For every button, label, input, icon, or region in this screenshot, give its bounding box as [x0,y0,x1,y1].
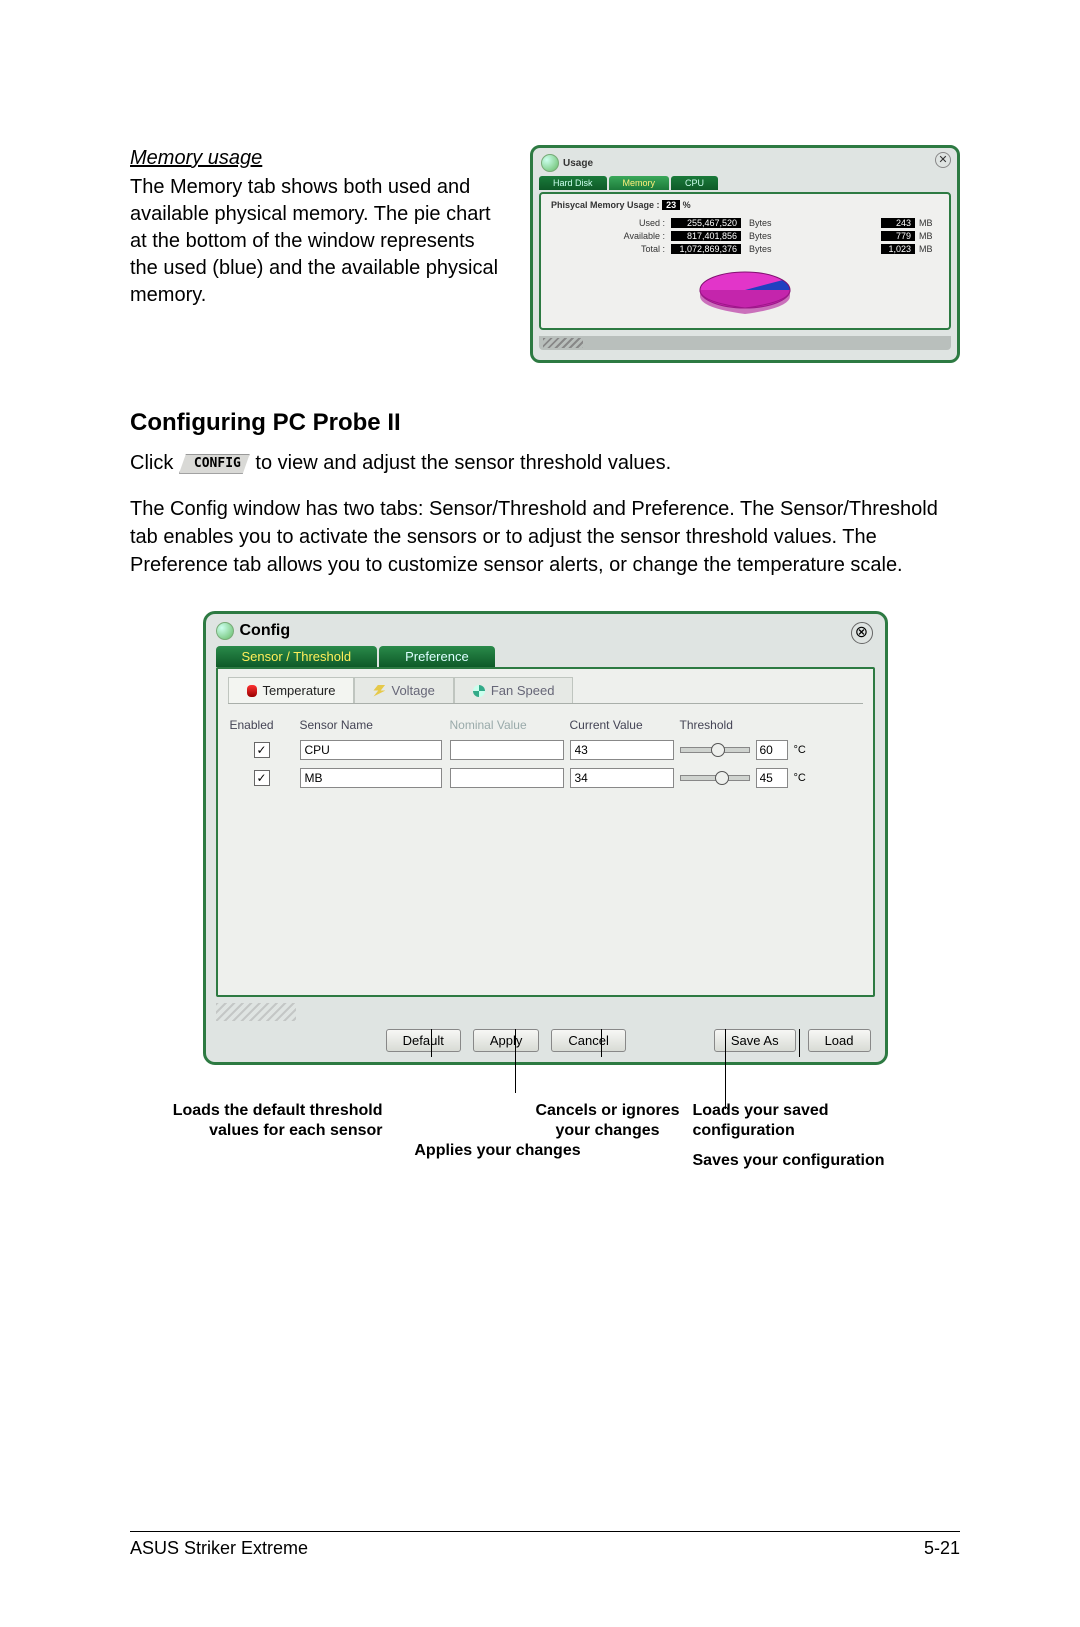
resize-grip[interactable] [216,1003,296,1021]
bytes-unit: Bytes [741,218,780,228]
config-window: Config ⊗ Sensor / Threshold Preference T… [203,611,888,1065]
callout-save-as: Saves your configuration [693,1151,893,1171]
mem-avail-label: Available : [551,231,671,241]
click-prefix: Click [130,452,179,474]
current-value-input [570,768,675,788]
sensor-row-cpu: ✓ °C [228,736,863,764]
memory-usage-body: The Memory tab shows both used and avail… [130,174,500,309]
col-enabled: Enabled [230,718,300,732]
nominal-value-input[interactable] [450,740,564,760]
mem-total-label: Total : [551,244,671,254]
config-window-title: Config [240,622,291,640]
load-button[interactable]: Load [808,1029,871,1052]
usage-window: Usage ✕ Hard Disk Memory CPU Phisycal Me… [530,145,960,363]
config-paragraph: The Config window has two tabs: Sensor/T… [130,495,960,579]
mb-unit: MB [915,244,939,254]
mem-total-mb: 1,023 [881,244,915,254]
save-as-button[interactable]: Save As [714,1029,796,1052]
subtab-voltage-label: Voltage [391,683,434,698]
mb-unit: MB [915,218,939,228]
slider-thumb[interactable] [715,771,729,785]
tab-hard-disk[interactable]: Hard Disk [539,176,607,190]
sensor-name-input[interactable] [300,768,443,788]
usage-percent-unit: % [683,200,691,210]
subtab-temperature-label: Temperature [263,683,336,698]
mem-row-available: Available : 817,401,856 Bytes 779 MB [551,231,939,241]
usage-icon [541,154,559,172]
tab-memory[interactable]: Memory [609,176,670,190]
tab-cpu[interactable]: CPU [671,176,718,190]
mem-used-bytes: 255,467,520 [671,218,741,228]
mem-row-total: Total : 1,072,869,376 Bytes 1,023 MB [551,244,939,254]
configuring-heading: Configuring PC Probe II [130,409,960,437]
close-icon[interactable]: ✕ [935,152,951,168]
enabled-checkbox[interactable]: ✓ [254,770,270,786]
threshold-value-input[interactable] [756,740,788,760]
default-button[interactable]: Default [386,1029,461,1052]
threshold-slider[interactable] [680,747,750,753]
click-suffix: to view and adjust the sensor threshold … [255,452,671,474]
fan-icon [473,685,485,697]
config-button-badge[interactable]: CONFIG [179,454,250,474]
callout-default: Loads the default threshold values for e… [163,1101,383,1141]
current-value-input [570,740,675,760]
footer-left: ASUS Striker Extreme [130,1538,308,1559]
col-nominal-value: Nominal Value [450,718,570,732]
col-sensor-name: Sensor Name [300,718,450,732]
apply-button[interactable]: Apply [473,1029,540,1052]
threshold-slider[interactable] [680,775,750,781]
memory-pie-chart [551,260,939,318]
mem-row-used: Used : 255,467,520 Bytes 243 MB [551,218,939,228]
mem-avail-mb: 779 [881,231,915,241]
col-current-value: Current Value [570,718,680,732]
subtab-temperature[interactable]: Temperature [228,677,355,703]
tab-sensor-threshold[interactable]: Sensor / Threshold [216,646,378,667]
bytes-unit: Bytes [741,244,780,254]
threshold-value-input[interactable] [756,768,788,788]
cancel-button[interactable]: Cancel [551,1029,625,1052]
unit-label: °C [794,772,806,784]
callout-cancel: Cancels or ignores your changes [533,1101,683,1141]
mem-avail-bytes: 817,401,856 [671,231,741,241]
callout-apply: Applies your changes [413,1141,583,1161]
callout-load: Loads your saved configuration [693,1101,893,1141]
slider-thumb[interactable] [711,743,725,757]
subtab-fan-speed[interactable]: Fan Speed [454,677,574,703]
sensor-row-mb: ✓ °C [228,764,863,792]
thermometer-icon [247,685,257,697]
usage-label: Phisycal Memory Usage : [551,200,660,210]
unit-label: °C [794,744,806,756]
enabled-checkbox[interactable]: ✓ [254,742,270,758]
resize-grip[interactable] [539,336,951,350]
usage-percent: 23 [662,200,680,210]
mem-total-bytes: 1,072,869,376 [671,244,741,254]
config-icon [216,622,234,640]
subtab-fan-label: Fan Speed [491,683,555,698]
usage-window-title: Usage [563,158,593,169]
mb-unit: MB [915,231,939,241]
tab-preference[interactable]: Preference [379,646,495,667]
nominal-value-input[interactable] [450,768,564,788]
memory-usage-heading: Memory usage [130,145,500,172]
mem-used-mb: 243 [881,218,915,228]
bolt-icon [373,685,385,697]
footer-right: 5-21 [924,1538,960,1559]
close-icon[interactable]: ⊗ [851,622,873,644]
mem-used-label: Used : [551,218,671,228]
bytes-unit: Bytes [741,231,780,241]
sensor-name-input[interactable] [300,740,443,760]
col-threshold: Threshold [680,718,850,732]
subtab-voltage[interactable]: Voltage [354,677,453,703]
